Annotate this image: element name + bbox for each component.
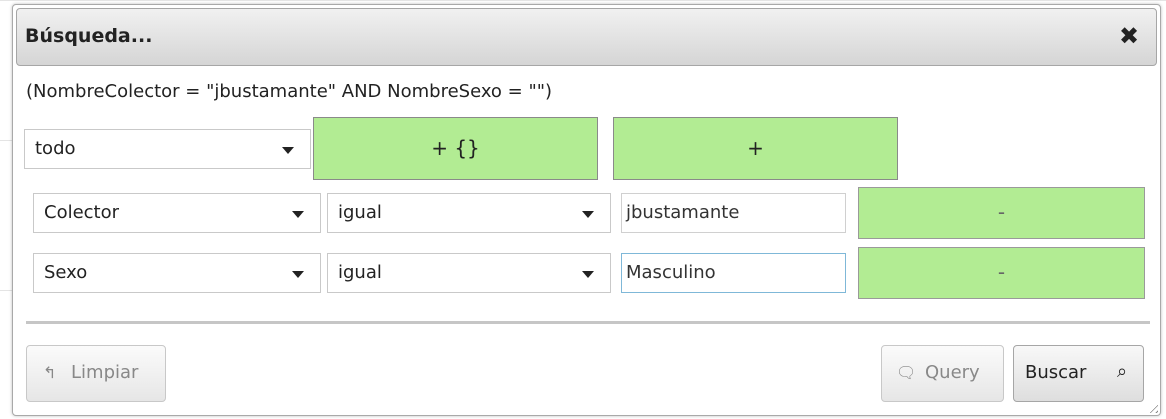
- background-line: [0, 0, 1166, 1]
- chevron-down-icon: [292, 271, 304, 278]
- rule-operator-value: igual: [338, 202, 382, 223]
- rule-field-value: Colector: [44, 202, 120, 223]
- rule-value-input[interactable]: Masculino: [621, 253, 846, 293]
- remove-rule-label: -: [997, 260, 1006, 284]
- clear-button[interactable]: ↰ Limpiar: [26, 345, 166, 402]
- comment-icon: 🗨: [896, 363, 917, 382]
- undo-icon: ↰: [43, 363, 57, 382]
- query-button[interactable]: 🗨 Query: [881, 345, 1004, 402]
- match-select-value: todo: [35, 138, 76, 159]
- footer-divider: [26, 321, 1150, 324]
- chevron-down-icon: [582, 211, 594, 218]
- rule-value-input[interactable]: jbustamante: [621, 193, 846, 233]
- rule-field-value: Sexo: [44, 262, 88, 283]
- rule-value-text: jbustamante: [626, 202, 740, 223]
- query-button-label: Query: [925, 362, 980, 383]
- remove-rule-button[interactable]: -: [858, 187, 1145, 239]
- rule-operator-select[interactable]: igual: [327, 193, 611, 233]
- rule-operator-select[interactable]: igual: [327, 253, 611, 293]
- resize-handle[interactable]: [1146, 401, 1158, 413]
- rule-field-select[interactable]: Colector: [33, 193, 321, 233]
- remove-rule-label: -: [997, 200, 1006, 224]
- query-expression: (NombreColector = "jbustamante" AND Nomb…: [26, 81, 553, 102]
- chevron-down-icon: [282, 147, 294, 154]
- add-rule-label: +: [747, 136, 764, 160]
- rule-operator-value: igual: [338, 262, 382, 283]
- search-icon: ⌕: [1117, 361, 1128, 382]
- background-line: [0, 290, 12, 291]
- close-icon[interactable]: ✖: [1116, 23, 1142, 49]
- add-group-label: + {}: [431, 136, 480, 160]
- dialog-titlebar[interactable]: Búsqueda... ✖: [16, 8, 1157, 66]
- add-group-button[interactable]: + {}: [313, 117, 598, 180]
- search-button[interactable]: Buscar ⌕: [1013, 345, 1144, 402]
- background-line: [0, 140, 12, 141]
- search-dialog: Búsqueda... ✖ (NombreColector = "jbustam…: [12, 4, 1161, 416]
- dialog-title: Búsqueda...: [25, 25, 153, 47]
- rule-value-text: Masculino: [626, 262, 716, 283]
- search-button-label: Buscar: [1025, 362, 1087, 383]
- clear-button-label: Limpiar: [71, 362, 139, 383]
- match-select[interactable]: todo: [24, 129, 311, 169]
- chevron-down-icon: [582, 271, 594, 278]
- add-rule-button[interactable]: +: [613, 117, 898, 180]
- chevron-down-icon: [292, 211, 304, 218]
- remove-rule-button[interactable]: -: [858, 247, 1145, 299]
- rule-field-select[interactable]: Sexo: [33, 253, 321, 293]
